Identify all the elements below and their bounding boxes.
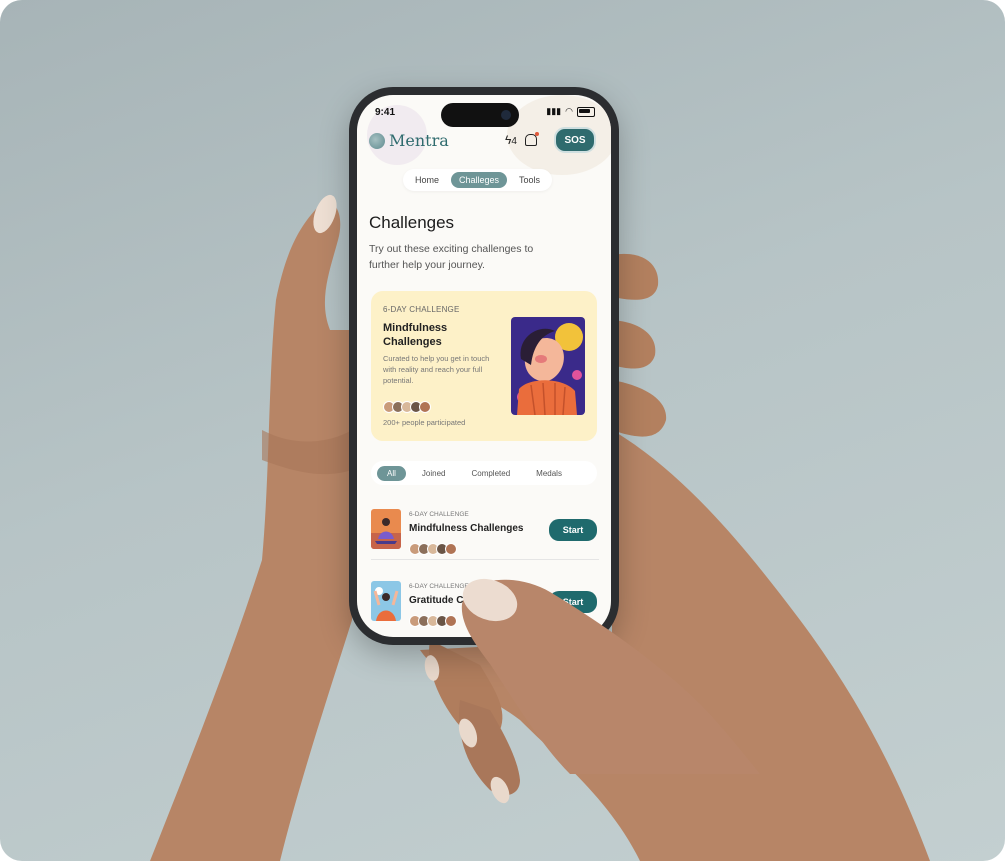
header-actions: ϟ4 xyxy=(505,132,539,147)
app-name: Mentra xyxy=(389,131,449,150)
start-button[interactable]: Start xyxy=(549,519,597,541)
status-icons: ▮▮▮ ◠ xyxy=(546,106,595,117)
featured-title: Mindfulness Challenges xyxy=(383,322,448,348)
challenge-filters: All Joined Completed Medals xyxy=(371,461,597,485)
featured-illustration xyxy=(511,317,585,415)
avatar xyxy=(419,401,431,413)
filter-completed[interactable]: Completed xyxy=(461,466,520,481)
app-logo[interactable]: Mentra xyxy=(369,131,449,150)
avatar xyxy=(445,615,457,627)
sos-button[interactable]: SOS xyxy=(554,127,596,153)
divider xyxy=(371,559,599,560)
status-time: 9:41 xyxy=(375,107,396,118)
featured-description: Curated to help you get in touch with re… xyxy=(383,354,490,385)
tab-challenges[interactable]: Challeges xyxy=(451,172,508,188)
app-screen: 9:41 ▮▮▮ ◠ Mentra ϟ4 SOS Home Challeges xyxy=(357,95,611,637)
phone-frame: 9:41 ▮▮▮ ◠ Mentra ϟ4 SOS Home Challeges xyxy=(349,87,619,645)
challenge-thumbnail xyxy=(371,509,401,549)
featured-tag: 6-DAY CHALLENGE xyxy=(383,305,460,314)
avatar xyxy=(445,543,457,555)
top-tabs: Home Challeges Tools xyxy=(403,169,553,191)
participant-count: 200+ people participated xyxy=(383,418,466,427)
challenge-tag: 6-DAY CHALLENGE xyxy=(409,511,469,518)
signal-icon: ▮▮▮ xyxy=(546,106,562,116)
camera-icon xyxy=(501,110,511,120)
page-title: Challenges xyxy=(369,213,455,232)
participant-avatars xyxy=(409,615,457,627)
thumb-overlay xyxy=(461,578,760,774)
challenge-row[interactable]: 6-DAY CHALLENGE Mindfulness Challenges S… xyxy=(371,503,599,563)
dynamic-island xyxy=(441,103,519,127)
challenge-name: Mindfulness Challenges xyxy=(409,523,524,534)
wifi-icon: ◠ xyxy=(565,106,573,116)
page-subtitle: Try out these exciting challenges to fur… xyxy=(369,243,534,271)
tab-tools[interactable]: Tools xyxy=(511,172,548,188)
logo-icon xyxy=(369,132,385,149)
background: 9:41 ▮▮▮ ◠ Mentra ϟ4 SOS Home Challeges xyxy=(0,0,1005,861)
featured-challenge-card[interactable]: 6-DAY CHALLENGE Mindfulness Challenges C… xyxy=(371,291,597,441)
filter-medals[interactable]: Medals xyxy=(526,466,572,481)
participant-avatars xyxy=(409,543,457,555)
filter-all[interactable]: All xyxy=(377,465,406,481)
challenge-thumbnail xyxy=(371,581,401,621)
energy-counter[interactable]: ϟ4 xyxy=(505,133,517,147)
battery-icon xyxy=(577,106,595,117)
bell-icon[interactable] xyxy=(524,132,539,146)
energy-count: 4 xyxy=(511,136,517,147)
participant-avatars xyxy=(383,401,431,413)
filter-joined[interactable]: Joined xyxy=(412,466,456,481)
tab-home[interactable]: Home xyxy=(407,172,447,188)
